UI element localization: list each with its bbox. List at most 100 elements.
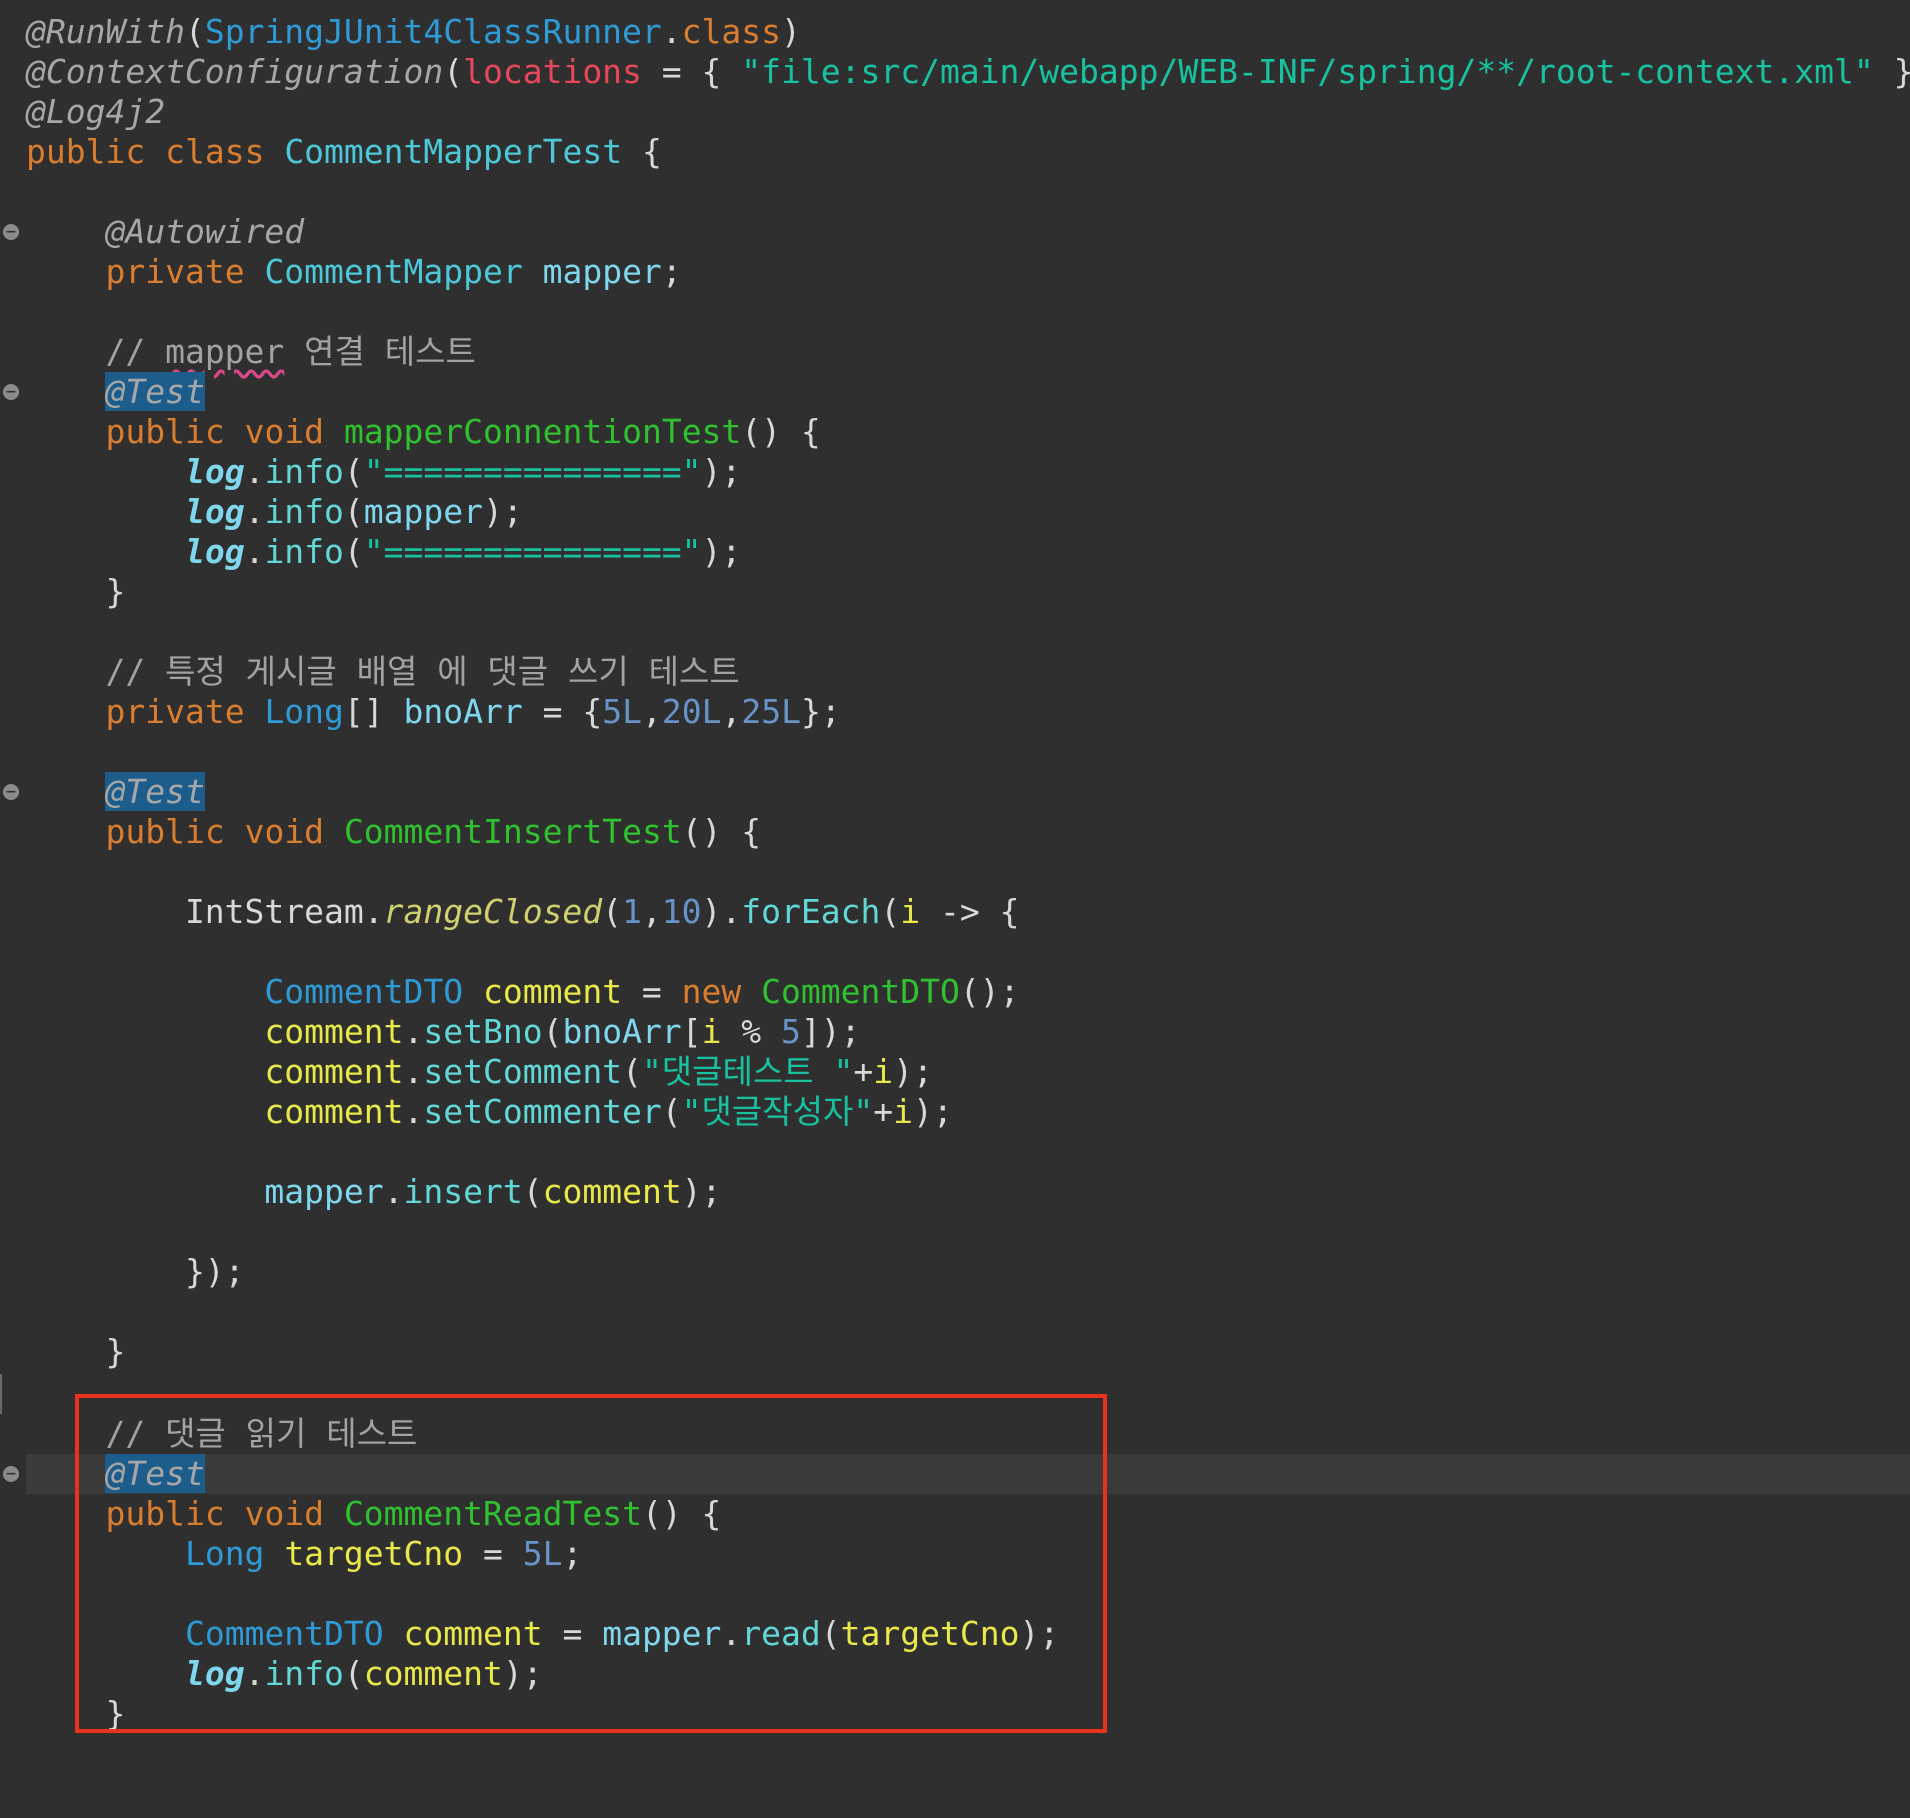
code-line-text: log.info("==============="); [26,452,741,492]
code-token: , [641,692,662,731]
code-token: -> { [920,892,1020,931]
code-line-text: log.info("==============="); [26,532,741,572]
code-line: comment.setBno(bnoArr[i % 5]); [0,1012,1910,1052]
code-token: . [383,1172,404,1211]
code-line: // mapper 연결 테스트 [0,332,1910,372]
code-line-text: public class CommentMapperTest { [26,132,662,172]
code-token: public [105,412,225,451]
code-token: @Test [105,1454,205,1493]
code-token: @ContextConfiguration [26,52,444,91]
code-token: private [105,252,245,291]
code-token: bnoArr [403,692,523,731]
code-token: info [264,532,344,571]
code-token: = { [522,692,603,731]
code-token: mapper [363,492,484,531]
code-token: @Test [105,772,205,811]
code-line: IntStream.rangeClosed(1,10).forEach(i ->… [0,892,1910,932]
fold-collapse-icon[interactable]: − [3,224,19,240]
fold-collapse-icon[interactable]: − [3,384,19,400]
code-token: ). [701,892,742,931]
fold-collapse-icon[interactable]: − [3,1466,19,1482]
code-token: new [681,972,742,1011]
code-token: i [873,1052,894,1091]
code-line: } [0,1694,1910,1734]
code-token: public [105,1494,225,1533]
code-token: 1 [622,892,642,931]
code-line: private CommentMapper mapper; [0,252,1910,292]
code-line: comment.setComment("댓글테스트 "+i); [0,1052,1910,1092]
code-token: log [184,492,245,531]
code-token: setCommenter [423,1092,662,1131]
code-token: locations [463,52,642,91]
code-token: ( [820,1614,841,1653]
code-token: i [701,1012,722,1051]
code-token: ( [661,1092,682,1131]
code-line: private Long[] bnoArr = {5L,20L,25L}; [0,692,1910,732]
code-line: public class CommentMapperTest { [0,132,1910,172]
code-token: forEach [741,892,881,931]
code-token: . [661,12,682,51]
code-token: . [244,1654,265,1693]
code-token: comment [363,1654,503,1693]
code-line-text: Long targetCno = 5L; [26,1534,582,1574]
code-token: { [622,132,662,171]
code-token: }; [800,692,841,731]
code-token: insert [403,1172,523,1211]
code-token: ( [343,492,364,531]
code-token: } [26,1694,126,1733]
code-token: 5L [602,692,642,731]
code-token: mapper [264,1172,384,1211]
code-token: "file:src/main/webapp/WEB-INF/spring/**/… [741,52,1874,91]
code-token: "===============" [363,532,702,571]
code-line-text: @Test [26,1454,205,1494]
code-token: void [244,412,325,451]
code-line-text: @Log4j2 [26,92,165,132]
code-token: } [26,1332,126,1371]
code-line-text: private CommentMapper mapper; [26,252,682,292]
code-line: // 댓글 읽기 테스트 [0,1414,1910,1454]
code-token: . [244,532,265,571]
code-token: "===============" [363,452,702,491]
code-line-text: }); [26,1252,245,1292]
code-token: 5L [522,1534,563,1573]
code-token: CommentInsertTest [343,812,682,851]
code-editor[interactable]: @RunWith(SpringJUnit4ClassRunner.class) @… [0,0,1910,1818]
code-token: ( [343,1654,364,1693]
code-line: public void CommentInsertTest() { [0,812,1910,852]
code-line: − @Test [0,772,1910,812]
gutter-caret-bar [0,1374,2,1414]
code-line: public void CommentReadTest() { [0,1494,1910,1534]
code-token: // 특정 게시글 배열 에 댓글 쓰기 테스트 [26,652,740,691]
code-line-text: @RunWith(SpringJUnit4ClassRunner.class) [26,12,801,52]
code-line: CommentDTO comment = new CommentDTO(); [0,972,1910,1012]
code-token: ( [602,892,623,931]
code-token: log [184,452,245,491]
code-token: comment [264,1092,404,1131]
code-token: mapper [602,1614,722,1653]
code-token: [ [681,1012,702,1051]
code-token: 10 [661,892,702,931]
code-token: ; [661,252,682,291]
code-token: , [641,892,662,931]
code-token: . [244,492,265,531]
code-line-text: comment.setBno(bnoArr[i % 5]); [26,1012,860,1052]
code-token: rangeClosed [383,892,603,931]
code-token: ; [562,1534,583,1573]
fold-collapse-icon[interactable]: − [3,784,19,800]
code-token: ( [622,1052,642,1091]
